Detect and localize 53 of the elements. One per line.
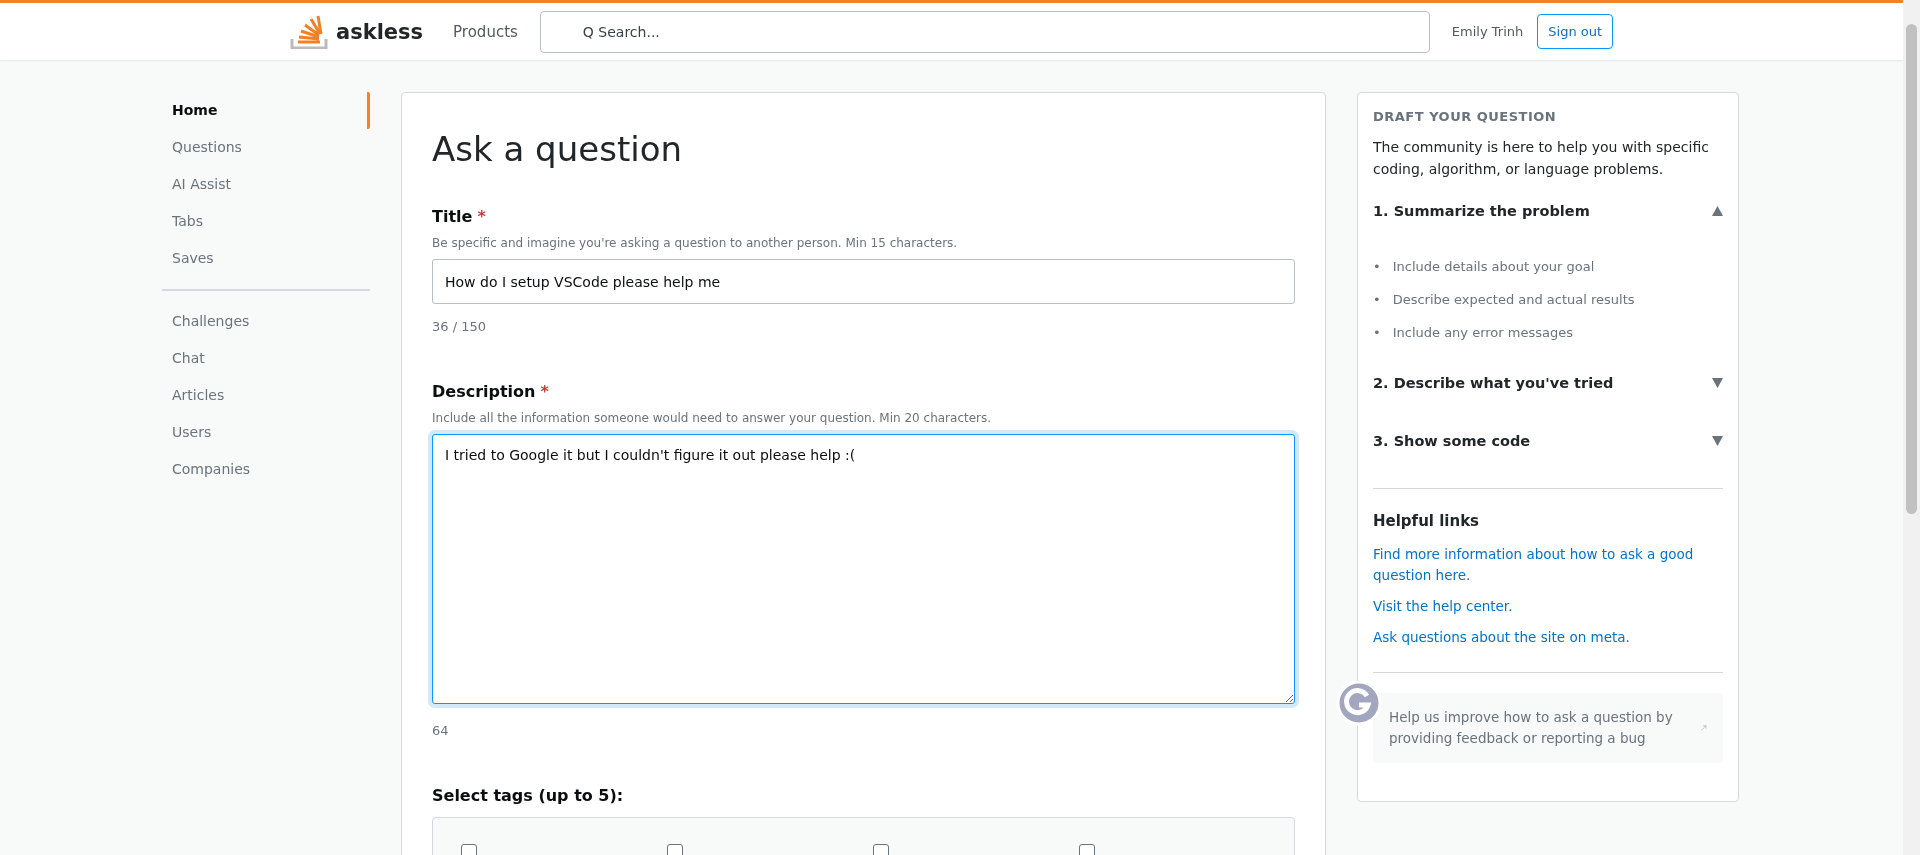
collapse-icon[interactable] <box>1712 206 1723 216</box>
sidebar-item[interactable]: Articles <box>162 377 370 414</box>
help-link[interactable]: Find more information about how to ask a good question here. <box>1373 544 1723 586</box>
tags-label: Select tags (up to 5): <box>432 786 625 805</box>
sidebar-item[interactable]: Chat <box>162 340 370 377</box>
step-tip: Include details about your goal <box>1392 258 1595 276</box>
sidebar-item[interactable]: Home <box>162 92 370 129</box>
step-header[interactable]: 3. Show some code <box>1373 430 1723 452</box>
step-title: 1. Summarize the problem <box>1373 203 1590 219</box>
help-link[interactable]: Ask questions about the site on meta. <box>1373 627 1723 648</box>
required-mark: * <box>540 382 549 401</box>
expand-icon[interactable] <box>1712 378 1723 388</box>
feedback-text: Help us improve how to ask a question by providing feedback or reporting a bug <box>1389 708 1674 748</box>
description-field[interactable]: I tried to Google it but I couldn't figure it out please help :( <box>432 434 1295 704</box>
character-counter: 36 / 150 <box>432 319 487 334</box>
feedback-card[interactable]: Help us improve how to ask a question by providing feedback or reporting a bug <box>1373 693 1723 763</box>
field-label: Title <box>432 207 473 226</box>
scrollbar[interactable] <box>1903 0 1920 855</box>
bullet-mark: • <box>1373 324 1381 342</box>
logo-text[interactable]: askless <box>336 19 424 44</box>
field-hint: Be specific and imagine you're asking a question to another person. Min 15 characters. <box>432 236 959 250</box>
title-field[interactable]: How do I setup VSCode please help me <box>432 259 1295 304</box>
page-heading: Ask a question <box>432 129 683 169</box>
step-tip: Describe expected and actual results <box>1392 291 1635 309</box>
sign-out-button[interactable]: Sign out <box>1537 14 1614 49</box>
step-header[interactable]: 1. Summarize the problem <box>1373 200 1723 222</box>
step-tip: Include any error messages <box>1392 324 1573 342</box>
step-title: 3. Show some code <box>1373 433 1531 449</box>
external-link-icon <box>1701 723 1707 733</box>
products-link[interactable]: Products <box>453 22 518 41</box>
panel-intro: The community is here to help you with specific coding, algorithm, or language problems. <box>1373 138 1710 179</box>
sidebar-item[interactable]: Tabs <box>162 203 370 240</box>
field-hint: Include all the information someone would need to answer your question. Min 20 characters. <box>432 411 993 425</box>
expand-icon[interactable] <box>1712 436 1723 446</box>
help-link[interactable]: Visit the help center. <box>1373 596 1723 617</box>
panel-title: DRAFT YOUR QUESTION <box>1373 109 1558 124</box>
bullet-mark: • <box>1373 291 1381 309</box>
step-title: 2. Describe what you've tried <box>1373 375 1614 391</box>
search-field[interactable]: Q Search... <box>539 10 1430 53</box>
sidebar-item[interactable]: Saves <box>162 240 370 277</box>
sidebar-item[interactable]: AI Assist <box>162 166 370 203</box>
character-counter: 64 <box>432 723 450 738</box>
required-mark: * <box>477 207 486 226</box>
sidebar-item[interactable]: Companies <box>162 451 370 488</box>
sidebar-item[interactable]: Questions <box>162 129 370 166</box>
logo-icon <box>290 14 330 49</box>
field-label: Description <box>432 382 536 401</box>
links-title: Helpful links <box>1373 512 1481 530</box>
user-name[interactable]: Emily Trinh <box>1451 24 1524 39</box>
bullet-mark: • <box>1373 258 1381 276</box>
sidebar-item[interactable]: Challenges <box>162 303 370 340</box>
step-header[interactable]: 2. Describe what you've tried <box>1373 372 1723 394</box>
sidebar-item[interactable]: Users <box>162 414 370 451</box>
